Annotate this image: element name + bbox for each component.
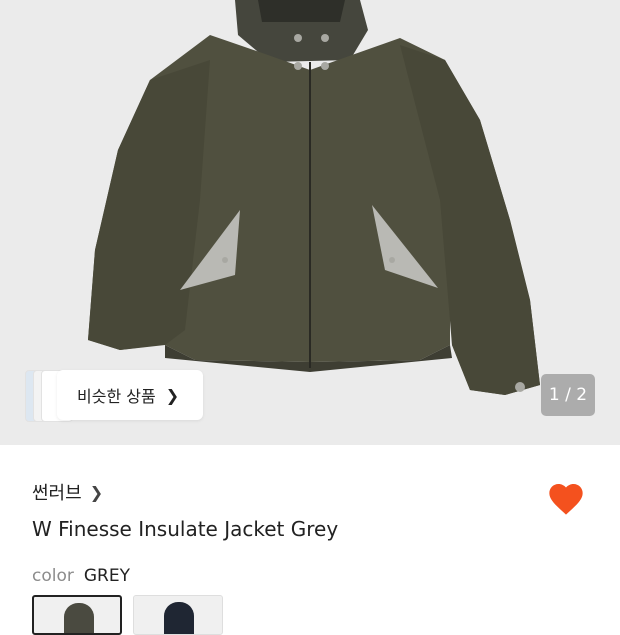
chevron-right-icon: ❯ [165,385,180,405]
product-image-gallery[interactable]: 비슷한 상품 ❯ 1 / 2 [0,0,620,445]
color-label: color [32,566,74,586]
color-swatch[interactable] [133,595,223,635]
swatch-image [64,603,94,633]
similar-products-button[interactable]: 비슷한 상품 ❯ [57,370,203,420]
color-swatch-selected[interactable] [32,595,122,635]
heart-icon[interactable] [546,479,586,519]
product-title: W Finesse Insulate Jacket Grey [32,517,339,541]
color-row: color GREY [32,566,130,586]
similar-products-label: 비슷한 상품 [77,387,156,406]
swatch-image [164,602,194,634]
image-page-indicator: 1 / 2 [541,374,595,416]
brand-link[interactable]: 썬러브 ❯ [32,479,103,505]
brand-name: 썬러브 [32,483,82,504]
color-value: GREY [83,566,130,586]
similar-products[interactable]: 비슷한 상품 ❯ [25,370,203,422]
chevron-right-icon: ❯ [89,482,104,502]
